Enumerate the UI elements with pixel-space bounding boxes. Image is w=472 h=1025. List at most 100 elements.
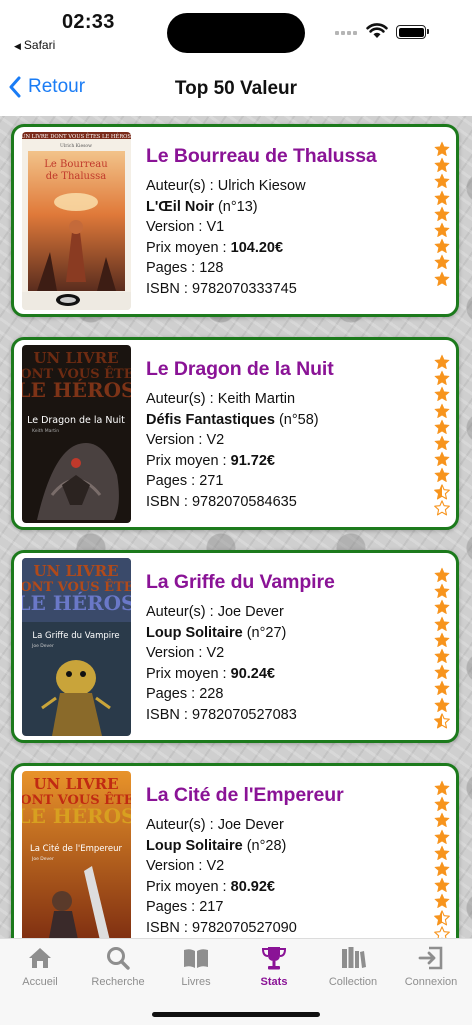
tab-connexion[interactable]: Connexion	[392, 944, 470, 988]
book-version: V1	[206, 219, 225, 236]
svg-text:Ulrich Kiesow: Ulrich Kiesow	[60, 143, 92, 149]
book-title: La Cité de l'Empereur	[146, 784, 344, 806]
star-full-icon	[434, 567, 450, 583]
book-card[interactable]: UN LIVRE DONT VOUS ÊTES LE HÉROS Le Drag…	[11, 337, 459, 530]
svg-text:Keith Martin: Keith Martin	[32, 428, 59, 434]
tab-label: Connexion	[404, 976, 458, 988]
svg-text:LE HÉROS: LE HÉROS	[22, 804, 131, 828]
star-full-icon	[434, 387, 450, 402]
svg-text:UN LIVRE: UN LIVRE	[33, 562, 118, 580]
book-info: Le Bourreau de Thalussa Auteur(s) : Ulri…	[146, 145, 426, 300]
star-full-icon	[434, 845, 450, 860]
svg-text:Le Dragon de la Nuit: Le Dragon de la Nuit	[27, 415, 125, 426]
book-series: Défis Fantastiques	[146, 411, 275, 428]
book-isbn-line: ISBN : 9782070584635	[146, 493, 297, 510]
star-full-icon	[434, 600, 450, 615]
star-full-icon	[434, 403, 450, 418]
star-full-icon	[434, 780, 450, 796]
svg-text:UN LIVRE: UN LIVRE	[33, 349, 118, 367]
star-full-icon	[434, 877, 450, 893]
rating-stars	[434, 141, 450, 287]
book-pages-line: Pages : 128	[146, 260, 224, 277]
book-info: Le Dragon de la Nuit Auteur(s) : Keith M…	[146, 358, 426, 513]
tab-livres[interactable]: Livres	[157, 944, 235, 988]
star-full-icon	[434, 254, 450, 270]
book-cover-image: UN LIVRE DONT VOUS ÊTES LE HÉROS Ulrich …	[22, 132, 131, 310]
star-full-icon	[434, 697, 450, 712]
bookshelf-icon	[342, 947, 366, 968]
book-list[interactable]: UN LIVRE DONT VOUS ÊTES LE HÉROS Ulrich …	[0, 116, 472, 938]
book-card[interactable]: UN LIVRE DONT VOUS ÊTES LE HÉROS La Grif…	[11, 550, 459, 743]
book-cover-image: UN LIVRE DONT VOUS ÊTES LE HÉROS Le Drag…	[22, 345, 131, 523]
book-series: L'Œil Noir	[146, 198, 214, 215]
tab-label: Stats	[260, 976, 288, 988]
navigation-bar: Retour Top 50 Valeur	[0, 60, 472, 116]
book-isbn-line: ISBN : 9782070527090	[146, 919, 297, 936]
book-author-line: Auteur(s) : Ulrich Kiesow	[146, 178, 306, 194]
tab-label: Collection	[328, 976, 378, 988]
book-pages-line: Pages : 217	[146, 899, 224, 916]
book-version-line: Version : V2	[146, 858, 225, 875]
star-full-icon	[434, 680, 450, 696]
star-empty-icon	[434, 926, 450, 938]
open-book-icon	[184, 949, 208, 968]
star-full-icon	[434, 370, 450, 386]
book-info: La Griffe du Vampire Auteur(s) : Joe Dev…	[146, 571, 426, 726]
star-full-icon	[434, 354, 450, 370]
house-icon	[29, 948, 51, 968]
cellular-signal-icon	[335, 31, 357, 35]
tab-label: Livres	[181, 976, 211, 988]
star-full-icon	[434, 190, 450, 205]
book-title: Le Dragon de la Nuit	[146, 358, 334, 380]
star-half-icon	[434, 909, 450, 925]
trophy-icon	[261, 947, 287, 970]
book-title: Le Bourreau de Thalussa	[146, 145, 377, 167]
star-full-icon	[434, 616, 450, 631]
star-full-icon	[434, 829, 450, 844]
book-version-line: Version : V1	[146, 219, 225, 236]
svg-text:LE HÉROS: LE HÉROS	[22, 591, 131, 615]
dynamic-island	[167, 13, 305, 53]
book-author-line: Auteur(s) : Keith Martin	[146, 391, 296, 407]
wifi-icon	[366, 23, 388, 38]
star-full-icon	[434, 157, 450, 173]
star-full-icon	[434, 222, 450, 238]
book-pages-line: Pages : 271	[146, 473, 224, 490]
book-number: (n°13)	[217, 198, 258, 215]
tab-recherche[interactable]: Recherche	[79, 944, 157, 988]
book-price: 91.72€	[230, 452, 275, 469]
star-half-icon	[434, 713, 450, 729]
book-number: (n°58)	[278, 411, 319, 428]
book-card[interactable]: UN LIVRE DONT VOUS ÊTES LE HÉROS La Cité…	[11, 763, 459, 938]
magnifier-icon	[107, 947, 130, 970]
book-price: 80.92€	[230, 878, 275, 895]
tab-bar: Accueil Recherche Livres Stats Collectio…	[0, 938, 472, 1025]
book-version-line: Version : V2	[146, 645, 225, 662]
svg-text:UN LIVRE: UN LIVRE	[33, 775, 118, 793]
back-to-app-link[interactable]: ◀ Safari	[14, 38, 55, 52]
tab-label: Recherche	[91, 976, 145, 988]
book-series-line: Loup Solitaire (n°27)	[146, 623, 426, 644]
book-isbn: 9782070584635	[191, 493, 297, 510]
book-isbn: 9782070333745	[191, 280, 297, 297]
back-app-label: Safari	[23, 38, 56, 52]
book-number: (n°27)	[246, 624, 287, 641]
tab-label: Accueil	[22, 976, 58, 988]
book-pages: 217	[199, 899, 224, 916]
home-indicator	[152, 1012, 320, 1017]
book-price: 104.20€	[230, 239, 284, 256]
svg-text:La Griffe du Vampire: La Griffe du Vampire	[32, 631, 119, 641]
tab-stats[interactable]: Stats	[235, 944, 313, 988]
star-full-icon	[434, 206, 450, 221]
book-card[interactable]: UN LIVRE DONT VOUS ÊTES LE HÉROS Ulrich …	[11, 124, 459, 317]
star-full-icon	[434, 174, 450, 189]
tab-collection[interactable]: Collection	[314, 944, 392, 988]
book-series: Loup Solitaire	[146, 837, 243, 854]
book-series-line: Défis Fantastiques (n°58)	[146, 410, 426, 431]
book-price-line: Prix moyen : 104.20€	[146, 239, 284, 256]
star-full-icon	[434, 664, 450, 680]
tab-accueil[interactable]: Accueil	[1, 944, 79, 988]
book-version: V2	[206, 645, 225, 662]
book-author-line: Auteur(s) : Joe Dever	[146, 604, 284, 620]
page-title: Top 50 Valeur	[174, 78, 298, 99]
